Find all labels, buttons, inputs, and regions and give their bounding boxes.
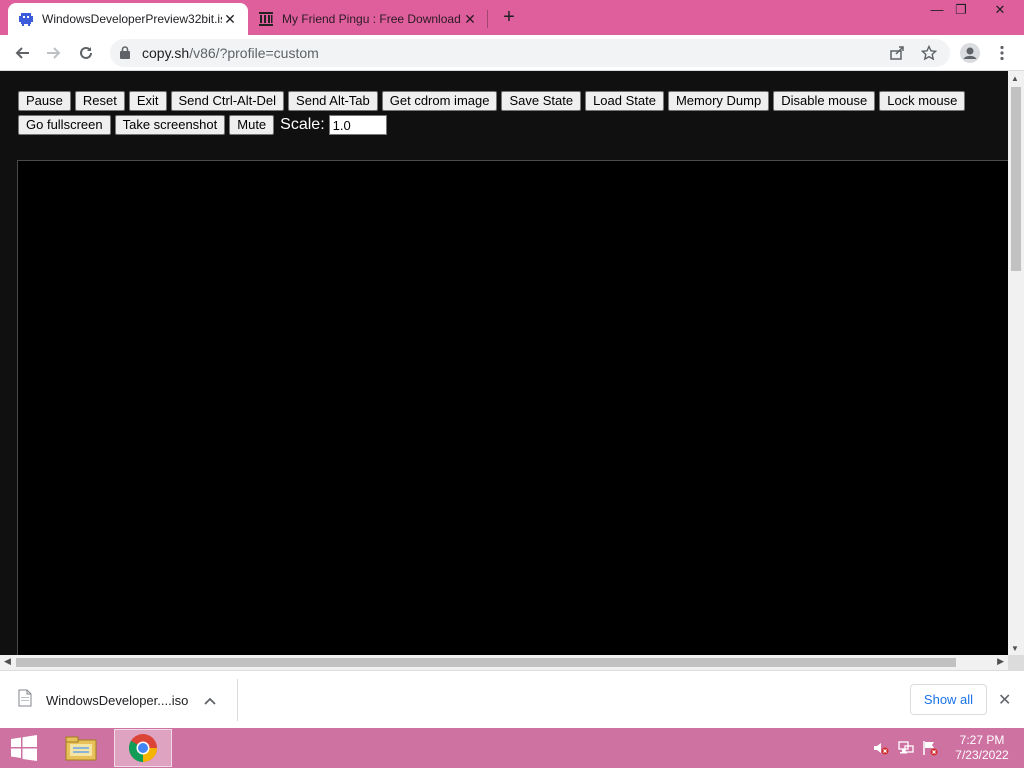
url-text: copy.sh/v86/?profile=custom — [142, 45, 319, 61]
go-fullscreen-button[interactable]: Go fullscreen — [18, 115, 111, 135]
disable-mouse-button[interactable]: Disable mouse — [773, 91, 876, 111]
browser-window: WindowsDeveloperPreview32bit.iso ✕ My Fr… — [0, 0, 1024, 768]
send-ctrl-alt-del-button[interactable]: Send Ctrl-Alt-Del — [170, 91, 285, 111]
archive-org-icon — [258, 11, 274, 27]
scroll-left-icon[interactable]: ◀ — [4, 656, 11, 667]
memory-dump-button[interactable]: Memory Dump — [667, 91, 770, 111]
scroll-right-icon[interactable]: ▶ — [997, 656, 1004, 667]
shelf-divider — [237, 679, 238, 721]
vertical-scrollbar[interactable]: ▲ ▼ — [1008, 71, 1024, 655]
close-tab-icon[interactable]: ✕ — [462, 11, 478, 27]
lock-icon[interactable] — [120, 46, 130, 64]
tab-title: My Friend Pingu : Free Download, Borrow,… — [282, 12, 462, 26]
download-file-name: WindowsDeveloper....iso — [46, 693, 189, 708]
forward-arrow-icon[interactable] — [41, 40, 67, 66]
download-item[interactable]: WindowsDeveloper....iso — [18, 689, 216, 712]
vertical-scroll-thumb[interactable] — [1011, 87, 1021, 271]
taskbar-clock[interactable]: 7:27 PM 7/23/2022 — [944, 733, 1020, 763]
close-window-icon[interactable]: ✕ — [985, 0, 1015, 20]
scale-label: Scale: — [280, 116, 325, 133]
send-alt-tab-button[interactable]: Send Alt-Tab — [288, 91, 378, 111]
menu-kebab-icon[interactable] — [989, 40, 1015, 66]
tab-title: WindowsDeveloperPreview32bit.iso — [42, 12, 222, 26]
file-icon — [18, 689, 32, 712]
emulator-controls: Pause Reset Exit Send Ctrl-Alt-Del Send … — [18, 91, 1003, 139]
lock-mouse-button[interactable]: Lock mouse — [879, 91, 966, 111]
pause-button[interactable]: Pause — [18, 91, 71, 111]
scale-input[interactable] — [328, 115, 387, 135]
exit-button[interactable]: Exit — [128, 91, 167, 111]
back-arrow-icon[interactable] — [9, 40, 35, 66]
tab-separator — [487, 10, 488, 28]
take-screenshot-button[interactable]: Take screenshot — [114, 115, 226, 135]
browser-toolbar: copy.sh/v86/?profile=custom — [0, 35, 1024, 71]
windows-start-icon[interactable] — [6, 732, 42, 764]
show-all-downloads-button[interactable]: Show all — [910, 684, 987, 715]
scroll-up-icon[interactable]: ▲ — [1011, 74, 1019, 83]
mute-button[interactable]: Mute — [229, 115, 275, 135]
close-tab-icon[interactable]: ✕ — [222, 11, 238, 27]
clock-time: 7:27 PM — [959, 733, 1005, 747]
controls-row-1: Pause Reset Exit Send Ctrl-Alt-Del Send … — [18, 91, 1003, 111]
new-tab-button[interactable]: + — [498, 6, 520, 28]
emulator-screen[interactable] — [17, 160, 1008, 655]
download-shelf: WindowsDeveloper....iso Show all ✕ — [0, 670, 1024, 728]
tab-strip: WindowsDeveloperPreview32bit.iso ✕ My Fr… — [0, 0, 1024, 35]
share-icon[interactable] — [889, 45, 905, 66]
address-bar[interactable]: copy.sh/v86/?profile=custom — [110, 39, 950, 67]
get-cdrom-image-button[interactable]: Get cdrom image — [381, 91, 498, 111]
chevron-up-icon[interactable] — [204, 692, 216, 710]
scrollbar-corner — [1008, 655, 1024, 670]
save-state-button[interactable]: Save State — [501, 91, 582, 111]
horizontal-scrollbar[interactable]: ◀ ▶ — [0, 655, 1008, 670]
speaker-muted-icon[interactable] — [873, 740, 889, 756]
chrome-icon[interactable] — [114, 729, 172, 767]
action-center-flag-icon[interactable] — [922, 740, 938, 756]
clock-date: 7/23/2022 — [955, 748, 1009, 762]
windows-taskbar: 7:27 PM 7/23/2022 — [0, 728, 1024, 768]
restore-icon[interactable]: ❐ — [946, 0, 976, 20]
file-explorer-icon[interactable] — [52, 729, 110, 767]
close-shelf-icon[interactable]: ✕ — [998, 690, 1011, 710]
network-icon[interactable] — [898, 740, 914, 756]
v86-logo-icon — [18, 11, 34, 27]
load-state-button[interactable]: Load State — [585, 91, 664, 111]
page-content: Pause Reset Exit Send Ctrl-Alt-Del Send … — [0, 71, 1008, 655]
profile-avatar-icon[interactable] — [957, 40, 983, 66]
bookmark-star-icon[interactable] — [920, 44, 938, 66]
controls-row-2: Go fullscreen Take screenshot Mute Scale… — [18, 115, 1003, 135]
url-path: /v86/?profile=custom — [189, 45, 319, 61]
scroll-down-icon[interactable]: ▼ — [1011, 644, 1019, 653]
reset-button[interactable]: Reset — [74, 91, 125, 111]
horizontal-scroll-thumb[interactable] — [16, 658, 956, 667]
url-host: copy.sh — [142, 45, 190, 61]
tab-active[interactable]: WindowsDeveloperPreview32bit.iso ✕ — [8, 3, 248, 35]
tab-inactive[interactable]: My Friend Pingu : Free Download, Borrow,… — [250, 3, 486, 35]
reload-icon[interactable] — [73, 40, 99, 66]
